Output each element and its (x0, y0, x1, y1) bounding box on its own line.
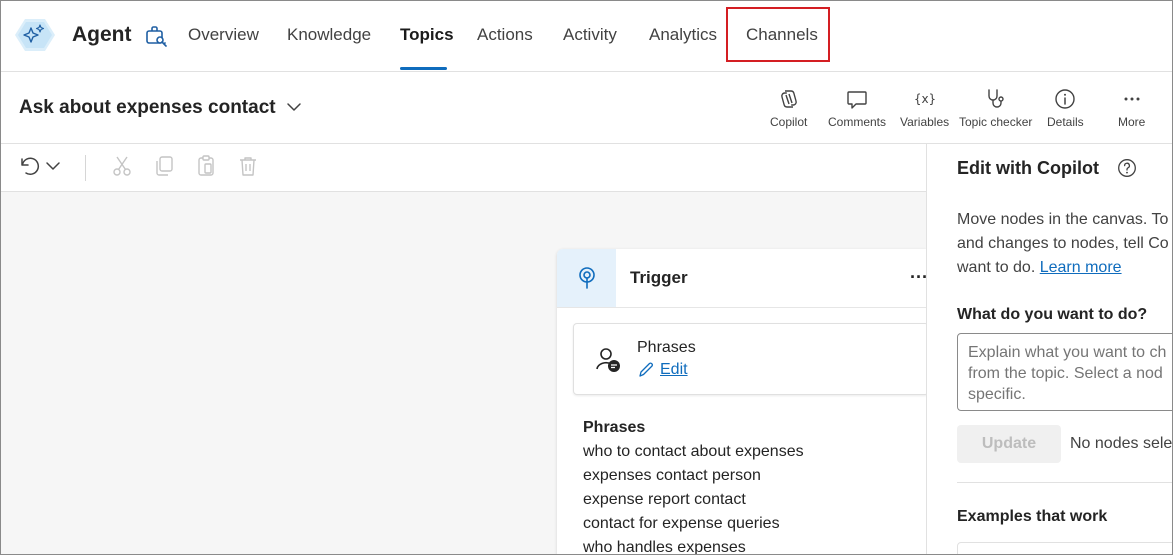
tab-activity[interactable]: Activity (563, 25, 617, 45)
topic-canvas[interactable]: Trigger ··· Phrases Edit Phrases who to … (1, 192, 929, 555)
panel-desc-line-last: want to do. Learn more (957, 256, 1172, 280)
example-item[interactable] (957, 542, 1172, 554)
more-label: More (1118, 115, 1146, 129)
more-icon (1124, 97, 1140, 101)
stethoscope-icon (987, 89, 1004, 108)
pencil-icon (639, 362, 653, 377)
edit-phrases-link[interactable]: Edit (637, 361, 688, 379)
details-label: Details (1047, 115, 1084, 129)
briefcase-key-icon (146, 26, 167, 47)
node-title: Trigger (630, 268, 688, 287)
variables-icon: {x} (913, 92, 935, 106)
info-icon (1055, 89, 1076, 109)
copilot-panel: Edit with Copilot Move nodes in the canv… (926, 144, 1173, 554)
copy-icon[interactable] (152, 154, 176, 178)
chevron-down-icon[interactable] (44, 154, 62, 178)
topic-title: Ask about expenses contact (19, 97, 276, 118)
examples-title: Examples that work (957, 508, 1108, 525)
copilot-prompt-input[interactable] (957, 333, 1172, 411)
phrase-heading: Phrases (583, 419, 646, 436)
phrase-item: contact for expense queries (583, 515, 780, 532)
paste-icon[interactable] (194, 154, 218, 178)
tab-analytics[interactable]: Analytics (649, 25, 717, 45)
panel-separator (957, 482, 1172, 483)
copilot-button[interactable]: Copilot (770, 87, 807, 129)
edit-toolbar (1, 144, 926, 192)
panel-desc-line: Move nodes in the canvas. To (957, 211, 1169, 228)
no-nodes-selected-text: No nodes sele (1070, 435, 1173, 452)
tab-actions[interactable]: Actions (477, 25, 533, 45)
copilot-icon (780, 90, 797, 108)
comments-label: Comments (828, 115, 887, 129)
edit-link-label[interactable]: Edit (660, 361, 688, 379)
panel-desc-line: and changes to nodes, tell Co (957, 235, 1169, 252)
node-separator (557, 307, 926, 308)
agent-name: Agent (72, 23, 132, 46)
phrase-item: expense report contact (583, 491, 746, 508)
comment-icon (847, 91, 867, 109)
cut-icon[interactable] (110, 154, 134, 178)
active-tab-indicator (400, 67, 447, 70)
variables-button[interactable]: {x} Variables (900, 87, 949, 129)
phrases-card[interactable]: Phrases Edit (573, 323, 929, 395)
topic-header: Ask about expenses contact Copilot Comme… (1, 73, 1172, 144)
tab-overview[interactable]: Overview (188, 25, 259, 45)
topic-checker-button[interactable]: Topic checker (959, 87, 1032, 129)
agent-logo-icon (15, 19, 55, 51)
chevron-down-icon[interactable] (285, 98, 303, 116)
trigger-node[interactable]: Trigger ··· Phrases Edit Phrases who to … (557, 249, 929, 555)
details-button[interactable]: Details (1047, 87, 1084, 129)
svg-text:{x}: {x} (913, 92, 935, 106)
app-window: Agent Overview Knowledge Topics Actions … (0, 0, 1173, 555)
copilot-label: Copilot (770, 115, 808, 129)
panel-description: Move nodes in the canvas. To and changes… (957, 208, 1172, 280)
panel-title: Edit with Copilot (957, 158, 1099, 178)
comments-button[interactable]: Comments (828, 87, 886, 129)
prompt-question: What do you want to do? (957, 306, 1148, 323)
undo-icon[interactable] (17, 154, 41, 178)
phrase-item: who to contact about expenses (583, 443, 804, 460)
update-button[interactable]: Update (957, 425, 1061, 463)
trigger-icon-box (557, 249, 616, 307)
channels-highlight-box (726, 7, 830, 62)
delete-icon[interactable] (236, 154, 260, 178)
phrase-item: expenses contact person (583, 467, 761, 484)
tab-topics[interactable]: Topics (400, 25, 454, 45)
topic-checker-label: Topic checker (959, 115, 1033, 129)
phrases-card-title: Phrases (637, 339, 696, 356)
person-chat-icon (596, 348, 620, 372)
tab-knowledge[interactable]: Knowledge (287, 25, 371, 45)
variables-label: Variables (900, 115, 950, 129)
top-nav: Agent Overview Knowledge Topics Actions … (1, 1, 1172, 72)
panel-desc-text: want to do. (957, 259, 1036, 276)
trigger-icon (579, 267, 595, 289)
toolbar-divider (85, 155, 86, 181)
phrase-item: who handles expenses (583, 539, 746, 555)
help-icon[interactable] (1117, 158, 1137, 178)
more-button[interactable]: More (1118, 87, 1145, 129)
phrase-list: Phrases who to contact about expenses ex… (583, 416, 804, 555)
learn-more-link[interactable]: Learn more (1040, 259, 1122, 276)
